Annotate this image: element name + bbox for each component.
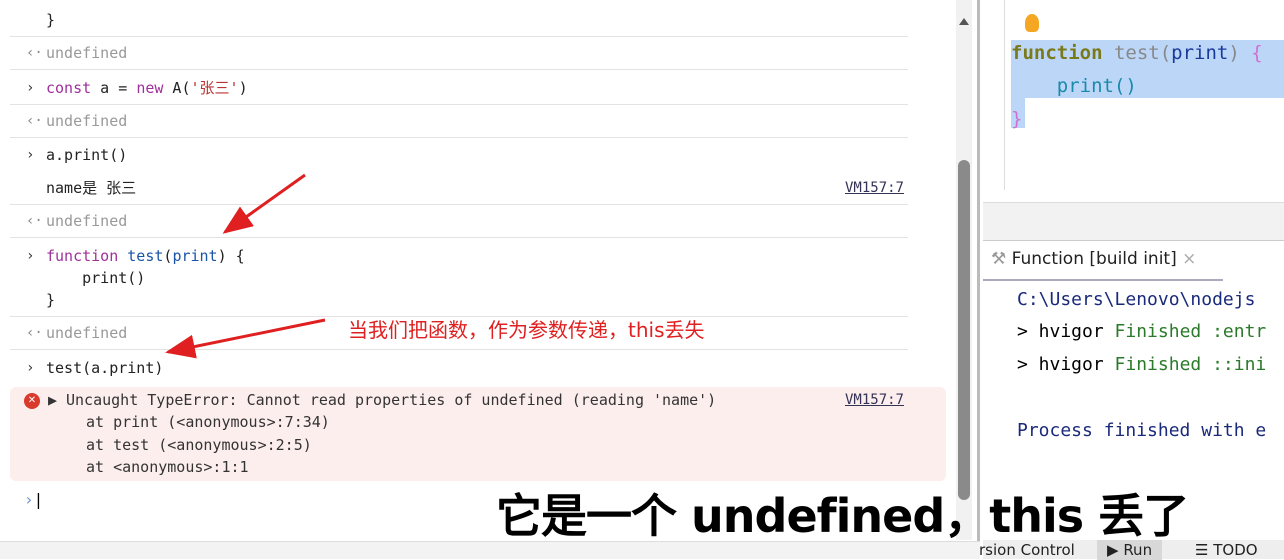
arrow xyxy=(165,318,326,359)
video-subtitle: 它是一个 undefined，this 丢了 xyxy=(496,489,1189,543)
annotation-arrows xyxy=(165,173,326,359)
annotation-text: 当我们把函数，作为参数传递，this丢失 xyxy=(348,318,705,342)
arrow xyxy=(222,173,306,234)
